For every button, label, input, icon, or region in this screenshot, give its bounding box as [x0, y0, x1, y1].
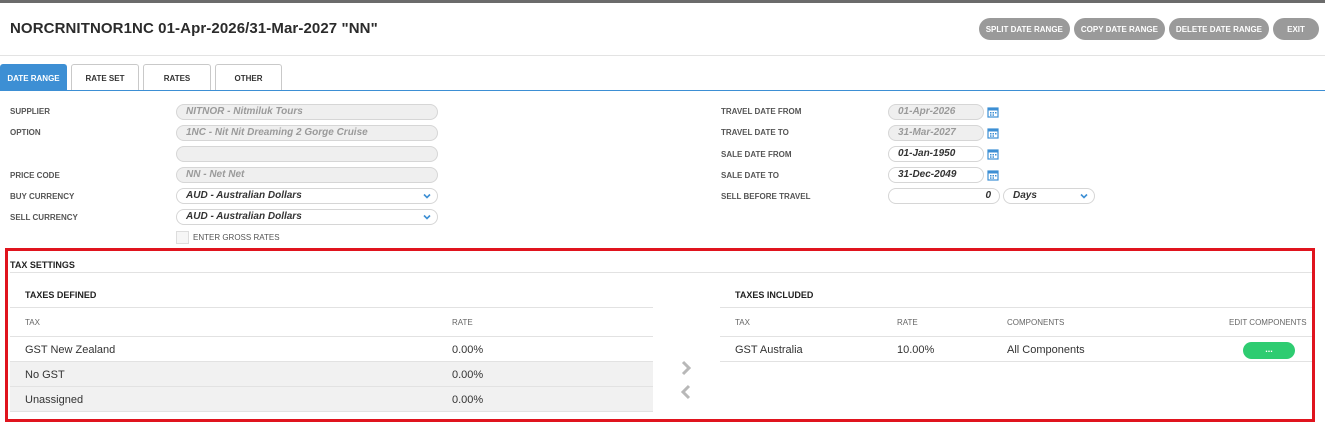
table-row[interactable]: GST Australia 10.00% All Components — [720, 337, 1315, 362]
tax-components: All Components — [1007, 344, 1085, 356]
travel-date-from-label: TRAVEL DATE FROM — [721, 107, 802, 116]
sell-currency-label: SELL CURRENCY — [10, 213, 78, 222]
travel-date-to-field[interactable]: 31-Mar-2027 — [888, 125, 999, 141]
sale-date-to-label: SALE DATE TO — [721, 171, 779, 180]
copy-date-range-button[interactable]: COPY DATE RANGE — [1073, 18, 1165, 40]
supplier-label: SUPPLIER — [10, 107, 51, 116]
sell-currency-value: AUD - Australian Dollars — [186, 211, 302, 222]
tax-rate: 0.00% — [452, 369, 484, 381]
tab-rates[interactable]: RATES — [143, 64, 211, 91]
taxes-included-col-components: COMPONENTS — [1007, 318, 1065, 327]
tax-name: GST New Zealand — [25, 344, 116, 356]
tax-settings-title: TAX SETTINGS — [10, 260, 75, 270]
option-field[interactable]: 1NC - Nit Nit Dreaming 2 Gorge Cruise — [176, 125, 438, 141]
calendar-icon[interactable] — [987, 148, 999, 160]
price-code-label: PRICE CODE — [10, 171, 60, 180]
table-row[interactable]: No GST 0.00% — [10, 362, 653, 387]
chevron-down-icon — [1080, 193, 1088, 199]
sell-currency-select[interactable]: AUD - Australian Dollars — [176, 209, 438, 225]
tab-rate-set[interactable]: RATE SET — [71, 64, 139, 91]
tax-rate: 10.00% — [897, 344, 935, 356]
tax-name: GST Australia — [735, 344, 803, 356]
taxes-included-col-rate: RATE — [897, 318, 918, 327]
tab-date-range[interactable]: DATE RANGE — [0, 64, 67, 91]
row-divider — [720, 361, 1315, 362]
enter-gross-rates-checkbox[interactable] — [176, 231, 189, 244]
taxes-included-col-tax: TAX — [735, 318, 750, 327]
tax-name: No GST — [25, 369, 65, 381]
tab-other[interactable]: OTHER — [215, 64, 282, 91]
calendar-icon[interactable] — [987, 106, 999, 118]
travel-date-to-label: TRAVEL DATE TO — [721, 128, 789, 137]
edit-components-button[interactable]: ... — [1243, 342, 1295, 359]
delete-date-range-button[interactable]: DELETE DATE RANGE — [1168, 18, 1269, 40]
buy-currency-value: AUD - Australian Dollars — [186, 190, 302, 201]
travel-date-from-field[interactable]: 01-Apr-2026 — [888, 104, 999, 120]
sale-date-from-value: 01-Jan-1950 — [898, 148, 956, 159]
travel-date-to-value: 31-Mar-2027 — [898, 127, 956, 138]
tab-bar: DATE RANGE RATE SET RATES OTHER — [0, 64, 282, 91]
tax-rate: 0.00% — [452, 394, 484, 406]
sale-date-from-label: SALE DATE FROM — [721, 150, 792, 159]
row-divider — [10, 411, 653, 412]
move-left-arrow-icon[interactable] — [679, 384, 693, 400]
enter-gross-rates-label: ENTER GROSS RATES — [193, 233, 280, 242]
table-row[interactable]: GST New Zealand 0.00% — [10, 337, 653, 362]
exit-button[interactable]: EXIT — [1273, 18, 1319, 40]
taxes-included-col-edit: EDIT COMPONENTS — [1229, 318, 1307, 327]
taxes-defined-col-tax: TAX — [25, 318, 40, 327]
travel-date-from-value: 01-Apr-2026 — [898, 106, 956, 117]
calendar-icon[interactable] — [987, 169, 999, 181]
sell-before-travel-input[interactable]: 0 — [888, 188, 1000, 204]
sale-date-from-field[interactable]: 01-Jan-1950 — [888, 146, 999, 162]
taxes-included-title: TAXES INCLUDED — [735, 290, 814, 300]
table-row[interactable]: Unassigned 0.00% — [10, 387, 653, 412]
buy-currency-select[interactable]: AUD - Australian Dollars — [176, 188, 438, 204]
price-code-field[interactable]: NN - Net Net — [176, 167, 438, 183]
tax-settings-divider — [10, 272, 1315, 273]
header-divider — [0, 55, 1325, 56]
taxes-included-divider — [720, 307, 1315, 308]
tab-underline — [0, 90, 1325, 91]
chevron-down-icon — [423, 214, 431, 220]
move-right-arrow-icon[interactable] — [679, 360, 693, 376]
sell-before-unit-value: Days — [1013, 190, 1037, 201]
taxes-defined-title: TAXES DEFINED — [25, 290, 97, 300]
sell-before-unit-select[interactable]: Days — [1003, 188, 1095, 204]
split-date-range-button[interactable]: SPLIT DATE RANGE — [978, 18, 1070, 40]
sell-before-travel-label: SELL BEFORE TRAVEL — [721, 192, 811, 201]
option-label: OPTION — [10, 128, 41, 137]
supplier-field[interactable]: NITNOR - Nitmiluk Tours — [176, 104, 438, 120]
header-actions: SPLIT DATE RANGE COPY DATE RANGE DELETE … — [978, 18, 1319, 40]
taxes-defined-col-rate: RATE — [452, 318, 473, 327]
page-title: NORCRNITNOR1NC 01-Apr-2026/31-Mar-2027 "… — [10, 20, 378, 37]
chevron-down-icon — [423, 193, 431, 199]
calendar-icon[interactable] — [987, 127, 999, 139]
tax-name: Unassigned — [25, 394, 84, 406]
sale-date-to-field[interactable]: 31-Dec-2049 — [888, 167, 999, 183]
sale-date-to-value: 31-Dec-2049 — [898, 169, 957, 180]
top-strip — [0, 0, 1325, 3]
taxes-defined-divider — [10, 307, 653, 308]
tax-rate: 0.00% — [452, 344, 484, 356]
buy-currency-label: BUY CURRENCY — [10, 192, 75, 201]
option-extra-field[interactable] — [176, 146, 438, 162]
